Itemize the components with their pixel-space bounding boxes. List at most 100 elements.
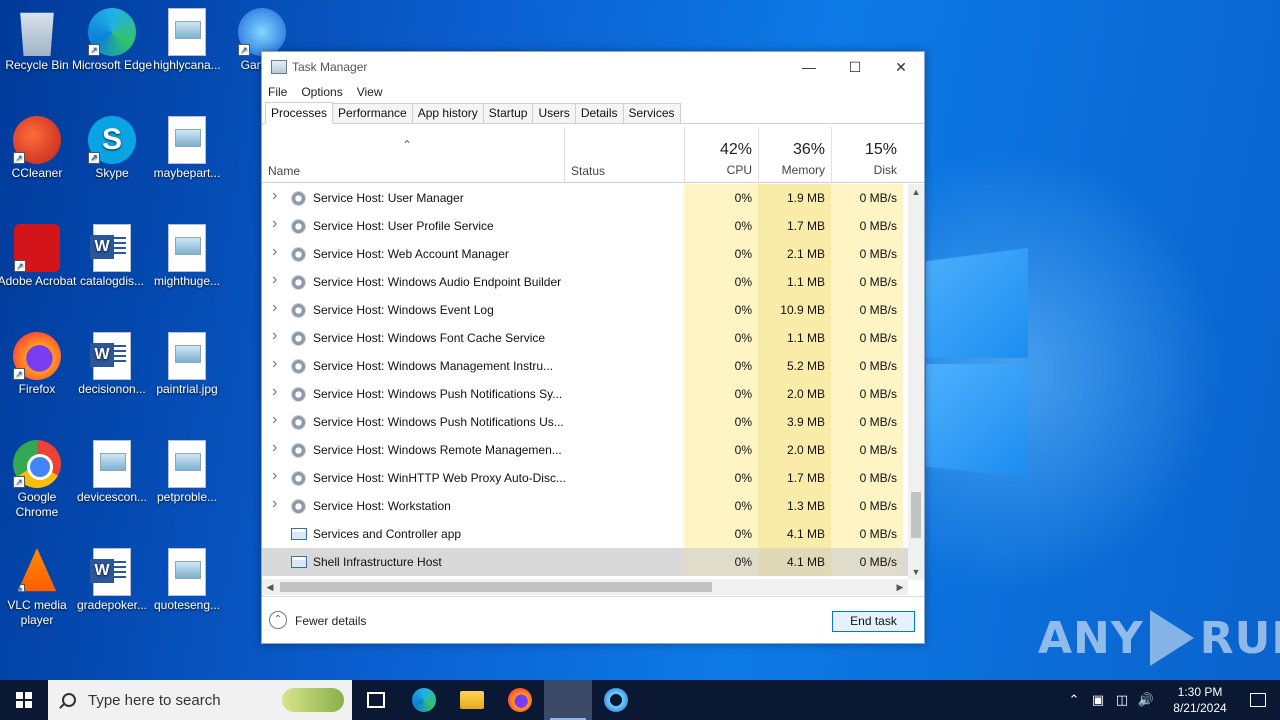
desktop-icon[interactable]: ↗ CCleaner <box>0 116 78 181</box>
search-highlight-icon <box>282 688 344 712</box>
process-row[interactable]: › Service Host: Windows Management Instru… <box>262 352 908 380</box>
chevron-right-icon[interactable]: › <box>272 439 277 457</box>
scroll-thumb[interactable] <box>280 582 712 592</box>
process-row[interactable]: › Service Host: Windows Remote Managemen.… <box>262 436 908 464</box>
menu-file[interactable]: File <box>268 85 287 99</box>
chevron-right-icon[interactable]: › <box>272 299 277 317</box>
column-status[interactable]: Status <box>564 127 684 183</box>
tab-details[interactable]: Details <box>574 103 624 123</box>
vertical-scrollbar[interactable]: ▲ ▼ <box>908 184 924 580</box>
menu-options[interactable]: Options <box>301 85 342 99</box>
chevron-right-icon[interactable]: › <box>272 495 277 513</box>
column-name[interactable]: Name <box>268 164 300 178</box>
process-row[interactable]: › Service Host: Workstation 0% 1.3 MB 0 MB/s <box>262 492 908 520</box>
task-view-button[interactable] <box>352 680 400 720</box>
process-memory: 10.9 MB <box>758 296 831 324</box>
gear-icon <box>291 275 306 290</box>
clock[interactable]: 1:30 PM 8/21/2024 <box>1164 684 1236 716</box>
process-name: Service Host: Web Account Manager <box>313 247 509 261</box>
desktop-icon[interactable]: mighthuge... <box>146 224 228 289</box>
process-name: Service Host: Windows Remote Managemen..… <box>313 443 562 457</box>
tab-services[interactable]: Services <box>622 103 681 123</box>
scroll-down-icon[interactable]: ▼ <box>908 564 924 580</box>
process-row[interactable]: Services and Controller app 0% 4.1 MB 0 MB/… <box>262 520 908 548</box>
desktop-icon[interactable]: ↗ Adobe Acrobat <box>0 224 78 289</box>
desktop-icon[interactable]: maybepart... <box>146 116 228 181</box>
desktop-icon[interactable]: quoteseng... <box>146 548 228 613</box>
desktop-icon[interactable]: highlycana... <box>146 8 228 73</box>
process-name: Service Host: User Profile Service <box>313 219 494 233</box>
gear-icon <box>291 471 306 486</box>
process-row[interactable]: › Service Host: Windows Push Notification… <box>262 380 908 408</box>
taskbar-task-manager[interactable] <box>544 680 592 720</box>
network-icon[interactable]: ◫ <box>1110 692 1134 708</box>
process-disk: 0 MB/s <box>831 268 903 296</box>
minimize-button[interactable]: — <box>786 52 832 82</box>
task-manager-window[interactable]: Task Manager — ☐ ✕ File Options View Pro… <box>261 51 925 644</box>
desktop-icon[interactable]: ↗ Google Chrome <box>0 440 78 520</box>
chevron-right-icon[interactable]: › <box>272 467 277 485</box>
column-cpu[interactable]: 42% CPU <box>684 127 758 183</box>
taskbar-edge[interactable] <box>400 680 448 720</box>
taskbar-file-explorer[interactable] <box>448 680 496 720</box>
maximize-button[interactable]: ☐ <box>832 52 878 82</box>
taskbar-firefox[interactable] <box>496 680 544 720</box>
process-row[interactable]: › Service Host: User Profile Service 0% 1.7… <box>262 212 908 240</box>
tab-processes[interactable]: Processes <box>265 102 334 124</box>
column-memory[interactable]: 36% Memory <box>758 127 831 183</box>
chevron-right-icon[interactable]: › <box>272 271 277 289</box>
scroll-thumb[interactable] <box>911 492 921 538</box>
process-row[interactable]: › Service Host: WinHTTP Web Proxy Auto-Di… <box>262 464 908 492</box>
process-row[interactable]: › Service Host: User Manager 0% 1.9 MB 0 MB/… <box>262 184 908 212</box>
play-icon <box>1149 610 1194 666</box>
desktop-icon[interactable]: ↗ Firefox <box>0 332 78 397</box>
process-row[interactable]: Shell Infrastructure Host 0% 4.1 MB 0 MB/s <box>262 548 908 576</box>
start-button[interactable] <box>0 680 48 720</box>
tab-app-history[interactable]: App history <box>411 103 484 123</box>
desktop-icon[interactable]: paintrial.jpg <box>146 332 228 397</box>
process-row[interactable]: › Service Host: Windows Font Cache Servic… <box>262 324 908 352</box>
desktop-icon[interactable]: Recycle Bin <box>0 8 78 73</box>
process-list[interactable]: › Service Host: User Manager 0% 1.9 MB 0 MB/… <box>262 184 908 580</box>
chevron-right-icon[interactable]: › <box>272 383 277 401</box>
notifications-button[interactable] <box>1236 680 1280 720</box>
meet-now-icon[interactable]: ▣ <box>1086 692 1110 708</box>
scroll-right-icon[interactable]: ▶ <box>892 579 908 595</box>
end-task-button[interactable]: End task <box>832 611 915 632</box>
desktop-icon[interactable]: petproble... <box>146 440 228 505</box>
desktop-icon[interactable]: S ↗ Skype <box>71 116 153 181</box>
horizontal-scrollbar[interactable]: ◀ ▶ <box>262 579 908 595</box>
desktop-icon[interactable]: ↗ Microsoft Edge <box>71 8 153 73</box>
menu-view[interactable]: View <box>357 85 383 99</box>
chevron-right-icon[interactable]: › <box>272 215 277 233</box>
process-row[interactable]: › Service Host: Windows Push Notification… <box>262 408 908 436</box>
scroll-up-icon[interactable]: ▲ <box>908 184 924 200</box>
column-disk[interactable]: 15% Disk <box>831 127 903 183</box>
desktop-icon[interactable]: ↗ VLC media player <box>0 548 78 628</box>
chevron-up-icon[interactable]: ⌃ <box>1062 692 1086 708</box>
tab-performance[interactable]: Performance <box>332 103 413 123</box>
desktop-icon-label: Google Chrome <box>15 490 59 519</box>
desktop-icon[interactable]: gradepoker... <box>71 548 153 613</box>
volume-icon[interactable]: 🔊 <box>1134 692 1158 708</box>
chevron-right-icon[interactable]: › <box>272 355 277 373</box>
chevron-right-icon[interactable]: › <box>272 411 277 429</box>
desktop-icon[interactable]: devicescon... <box>71 440 153 505</box>
search-box[interactable]: Type here to search <box>48 680 352 720</box>
tab-users[interactable]: Users <box>532 103 576 123</box>
desktop-icon[interactable]: catalogdis... <box>71 224 153 289</box>
chevron-up-icon[interactable]: ⌃ <box>269 611 287 629</box>
fewer-details-link[interactable]: Fewer details <box>295 614 366 628</box>
process-row[interactable]: › Service Host: Windows Audio Endpoint Bu… <box>262 268 908 296</box>
scroll-left-icon[interactable]: ◀ <box>262 579 278 595</box>
chevron-right-icon[interactable]: › <box>272 187 277 205</box>
desktop-icon[interactable]: decisionon... <box>71 332 153 397</box>
tab-startup[interactable]: Startup <box>482 103 534 123</box>
close-button[interactable]: ✕ <box>878 52 924 82</box>
title-bar[interactable]: Task Manager — ☐ ✕ <box>262 52 924 82</box>
chevron-right-icon[interactable]: › <box>272 327 277 345</box>
process-row[interactable]: › Service Host: Windows Event Log 0% 10.9 M… <box>262 296 908 324</box>
process-row[interactable]: › Service Host: Web Account Manager 0% 2.1 … <box>262 240 908 268</box>
chevron-right-icon[interactable]: › <box>272 243 277 261</box>
taskbar-app[interactable] <box>592 680 640 720</box>
